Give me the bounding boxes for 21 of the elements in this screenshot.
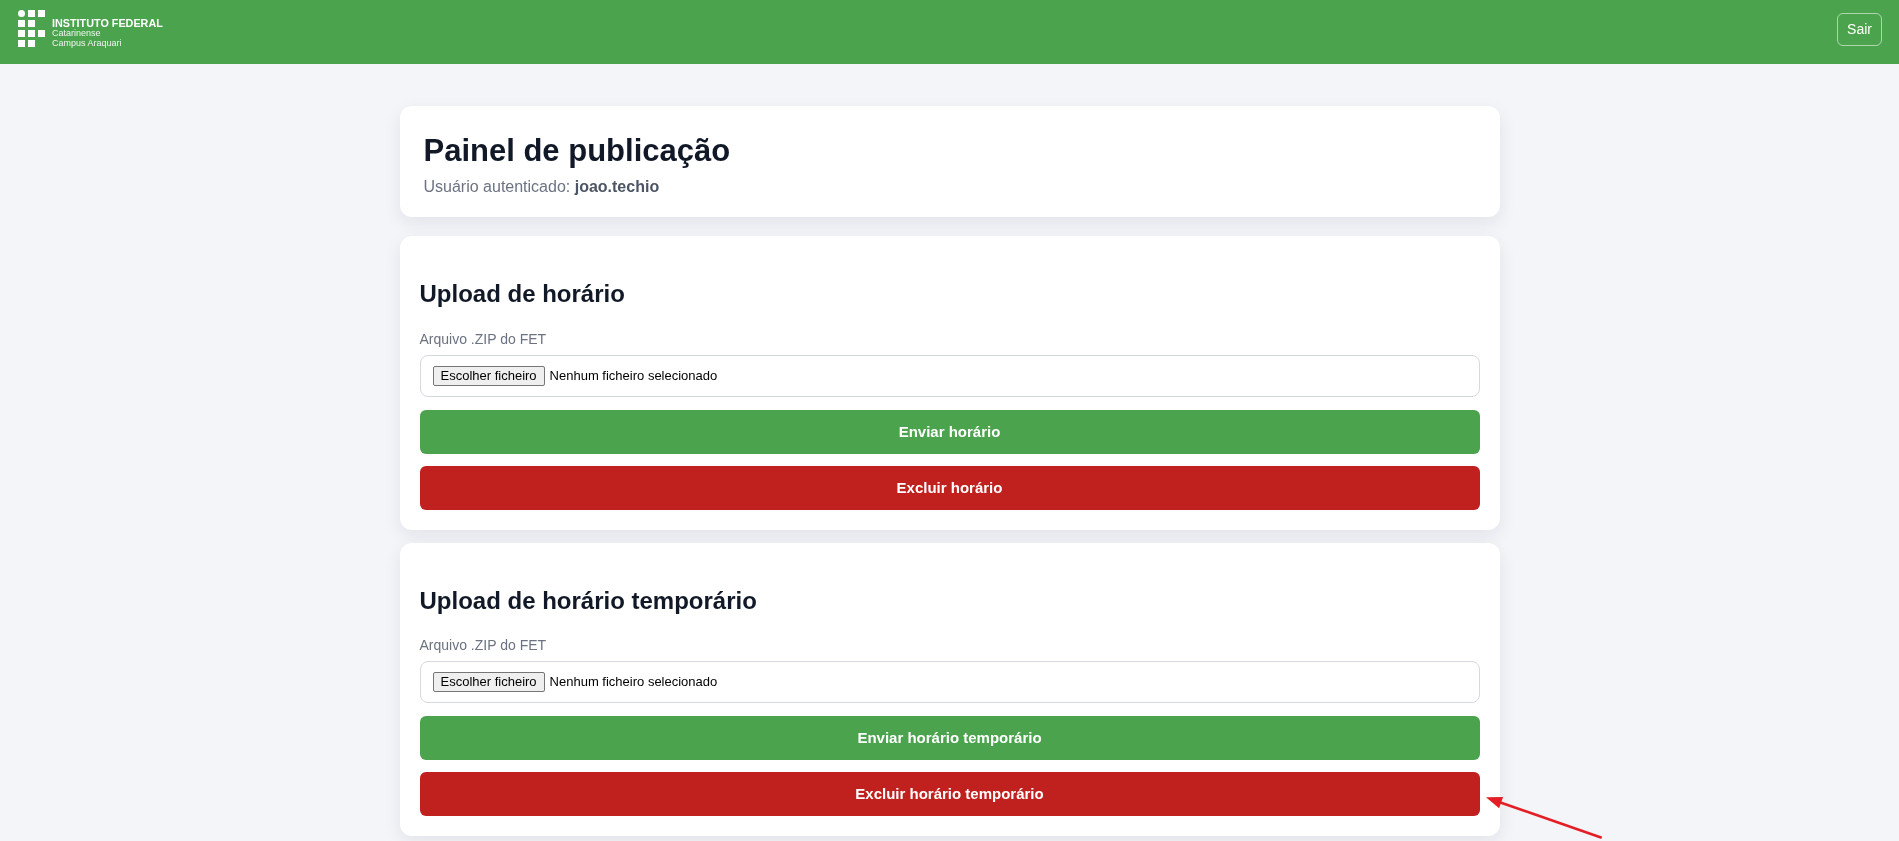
choose-file-button[interactable]: Escolher ficheiro	[432, 671, 545, 692]
institution-subtitle: Catarinense	[52, 29, 101, 39]
delete-button[interactable]: Excluir horário temporário	[419, 771, 1480, 816]
section-title: Upload de horário	[419, 280, 625, 309]
institution-name: INSTITUTO FEDERAL	[52, 17, 163, 30]
submit-button[interactable]: Enviar horário temporário	[419, 715, 1480, 760]
logout-button[interactable]: Sair	[1837, 12, 1882, 46]
page-title: Painel de publicação	[423, 132, 732, 170]
institution-subtitle: Campus Araquari	[52, 38, 122, 48]
file-status-text: Nenhum ficheiro selecionado	[549, 368, 718, 384]
field-label: Arquivo .ZIP do FET	[419, 330, 547, 349]
submit-button[interactable]: Enviar horário	[419, 409, 1480, 454]
grid-logo-icon	[18, 10, 45, 48]
delete-button[interactable]: Excluir horário	[419, 465, 1480, 510]
field-label: Arquivo .ZIP do FET	[419, 636, 547, 656]
section-title: Upload de horário temporário	[419, 586, 757, 616]
file-upload-field[interactable]: Escolher ficheiro Nenhum ficheiro selecionado	[419, 660, 1480, 703]
choose-file-button[interactable]: Escolher ficheiro	[432, 365, 545, 386]
user-info-text: Usuário autenticado: joao.techio	[423, 177, 660, 198]
file-status-text: Nenhum ficheiro selecionado	[549, 674, 718, 690]
file-upload-field[interactable]: Escolher ficheiro Nenhum ficheiro selecionado	[419, 354, 1480, 397]
